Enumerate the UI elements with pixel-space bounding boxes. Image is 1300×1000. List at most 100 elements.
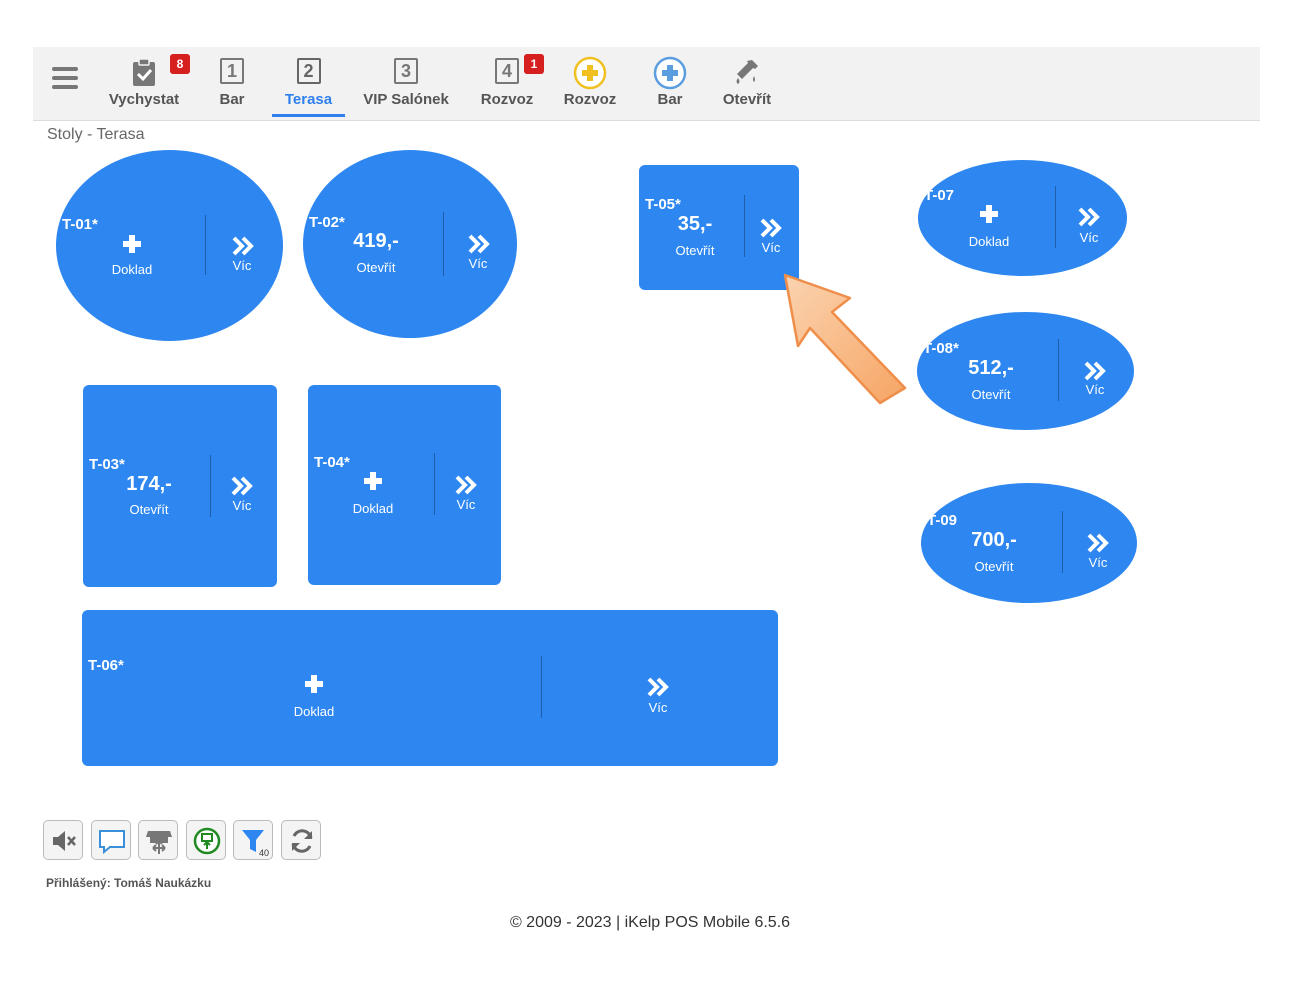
table-id: T-09 (927, 512, 958, 529)
nav-label: Bar (657, 91, 683, 108)
divider (1062, 511, 1063, 573)
filter-count: 40 (259, 848, 269, 857)
table-t-05[interactable]: T-05* 35,- Otevřít Víc (639, 165, 799, 290)
table-more[interactable]: Víc (222, 258, 262, 273)
table-t-02[interactable]: T-02* 419,- Otevřít Víc (303, 150, 517, 338)
filter-button[interactable]: 40 (233, 820, 273, 860)
table-more[interactable]: Víc (638, 700, 678, 715)
table-more[interactable]: Víc (751, 240, 791, 255)
nav-item-terasa[interactable]: 2 Terasa (272, 47, 345, 120)
table-amount: 35,- (677, 213, 713, 235)
table-action[interactable]: Otevřít (954, 559, 1034, 574)
chat-button[interactable] (91, 820, 131, 860)
table-t-09[interactable]: T-09 700,- Otevřít Víc (921, 483, 1137, 603)
divider (541, 656, 542, 718)
divider (434, 453, 435, 515)
table-action[interactable]: Doklad (274, 704, 354, 719)
table-amount: 512,- (968, 357, 1014, 379)
table-action[interactable]: Doklad (949, 234, 1029, 249)
plus-icon (364, 472, 382, 490)
nav-label: Bar (219, 91, 245, 108)
table-id: T-04* (314, 454, 350, 471)
rozvoz-4-icon: 4 (495, 58, 519, 84)
table-action[interactable]: Otevřít (336, 260, 416, 275)
table-t-04[interactable]: T-04* Doklad Víc (308, 385, 501, 585)
hamburger-menu-icon[interactable] (52, 67, 78, 91)
cash-upload-button[interactable] (186, 820, 226, 860)
nav-item-bar[interactable]: 1 Bar (208, 47, 256, 120)
badge-rozvoz: 1 (524, 54, 544, 74)
divider (210, 455, 211, 517)
move-table-button[interactable] (138, 820, 178, 860)
nav-label: Rozvoz (563, 91, 617, 108)
nav-label: Otevřít (722, 91, 772, 108)
table-amount: 419,- (353, 230, 399, 252)
double-chevron-right-icon (760, 218, 782, 238)
table-id: T-05* (645, 196, 681, 213)
store-move-icon (146, 831, 172, 854)
plus-icon (305, 675, 323, 693)
table-t-03[interactable]: T-03* 174,- Otevřít Víc (83, 385, 277, 587)
badge-vychystat: 8 (170, 54, 190, 74)
nav-item-vip-salonek[interactable]: 3 VIP Salónek (358, 47, 454, 120)
chat-icon (99, 830, 125, 855)
terasa-2-icon: 2 (296, 58, 321, 84)
table-id: T-06* (88, 657, 124, 674)
table-id: T-08* (923, 340, 959, 357)
nav-label: Terasa (284, 91, 333, 108)
nav-label: Rozvoz (480, 91, 534, 108)
footer-copyright: © 2009 - 2023 | iKelp POS Mobile 6.5.6 (509, 914, 791, 931)
plus-icon (980, 205, 998, 223)
bottle-icon (736, 60, 758, 84)
table-t-01[interactable]: T-01* Doklad Víc (56, 150, 283, 341)
table-more[interactable]: Víc (1078, 555, 1118, 570)
table-action[interactable]: Otevřít (951, 387, 1031, 402)
refresh-icon (291, 829, 313, 853)
double-chevron-right-icon (468, 234, 490, 254)
table-more[interactable]: Víc (222, 498, 262, 513)
plus-circle-blue-icon (653, 56, 687, 90)
pointer-arrow-icon (783, 273, 907, 405)
table-t-07[interactable]: T-07 Doklad Víc (918, 160, 1127, 276)
divider (744, 195, 745, 257)
top-nav-bar: 8 Vychystat 1 Bar 2 Terasa 3 VIP Salónek… (33, 47, 1260, 121)
nav-item-rozvoz[interactable]: 4 1 Rozvoz (473, 47, 544, 120)
table-action[interactable]: Doklad (92, 262, 172, 277)
table-more[interactable]: Víc (1075, 382, 1115, 397)
table-t-06[interactable]: T-06* Doklad Víc (82, 610, 778, 766)
table-id: T-01* (62, 216, 98, 233)
table-id: T-03* (89, 456, 125, 473)
vip-3-icon: 3 (394, 58, 418, 84)
double-chevron-right-icon (1078, 207, 1100, 227)
table-amount: 700,- (971, 529, 1017, 551)
table-more[interactable]: Víc (458, 256, 498, 271)
table-id: T-02* (309, 214, 345, 231)
table-action[interactable]: Otevřít (109, 502, 189, 517)
nav-item-otevrit[interactable]: Otevřít (715, 47, 779, 120)
clipboard-check-icon (133, 58, 155, 86)
table-action[interactable]: Doklad (333, 501, 413, 516)
filter-icon: 40 (242, 830, 269, 857)
nav-label: VIP Salónek (363, 91, 449, 108)
cash-upload-icon (193, 827, 221, 855)
bar-1-icon: 1 (220, 58, 244, 84)
double-chevron-right-icon (1087, 533, 1109, 553)
divider (1055, 186, 1056, 248)
table-more[interactable]: Víc (446, 497, 486, 512)
table-amount: 174,- (126, 473, 172, 495)
double-chevron-right-icon (455, 475, 477, 495)
refresh-button[interactable] (281, 820, 321, 860)
table-action[interactable]: Otevřít (655, 243, 735, 258)
divider (443, 212, 444, 276)
nav-item-new-bar[interactable]: Bar (645, 47, 695, 120)
nav-item-vychystat[interactable]: 8 Vychystat (103, 47, 190, 120)
table-t-08[interactable]: T-08* 512,- Otevřít Víc (917, 312, 1134, 430)
logged-in-user: Přihlášený: Tomáš Naukázku (46, 876, 212, 890)
nav-label: Vychystat (108, 91, 180, 108)
table-id: T-07 (924, 187, 955, 204)
mute-button[interactable] (43, 820, 83, 860)
double-chevron-right-icon (232, 236, 254, 256)
table-more[interactable]: Víc (1069, 230, 1109, 245)
section-title: Stoly - Terasa (47, 126, 145, 143)
nav-item-new-rozvoz[interactable]: Rozvoz (558, 47, 622, 120)
